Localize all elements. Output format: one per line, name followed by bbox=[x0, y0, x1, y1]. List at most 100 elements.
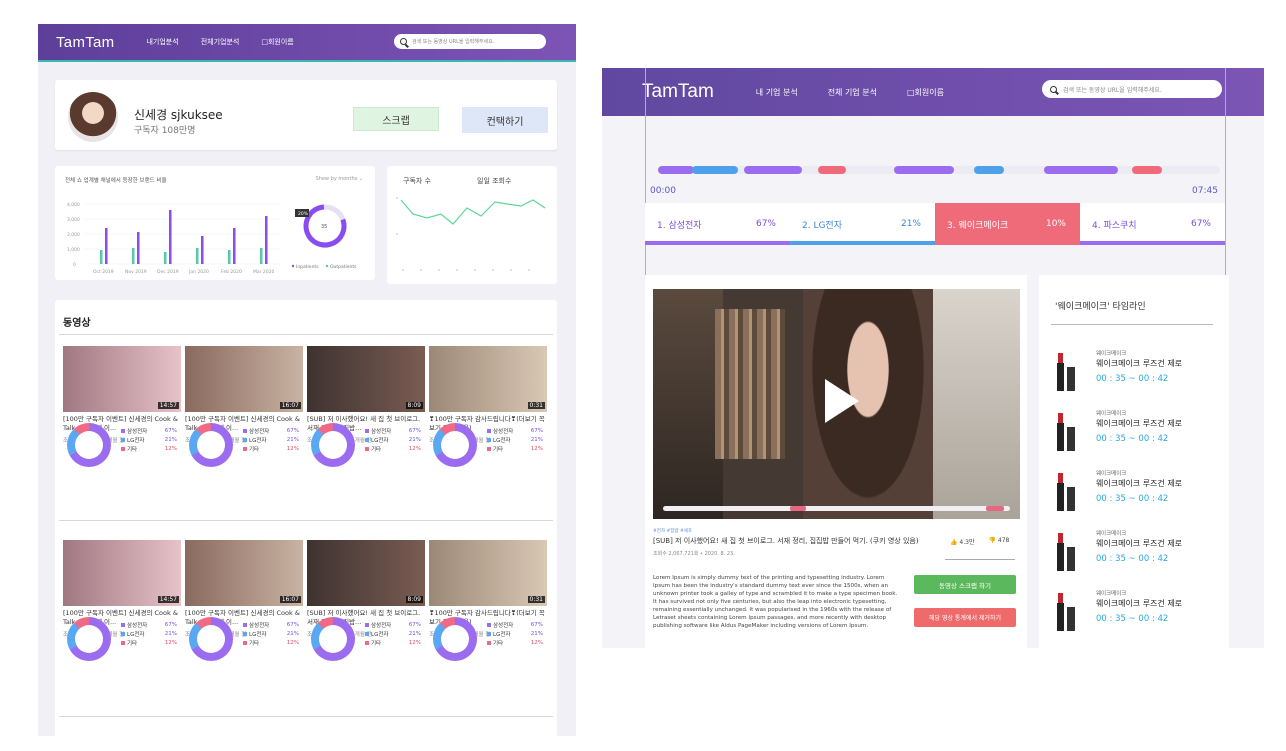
nav-item-my-company[interactable]: 내기업분석 bbox=[146, 37, 178, 47]
timeline-segment[interactable] bbox=[818, 166, 846, 174]
bar bbox=[105, 228, 108, 264]
nav-item-all-companies[interactable]: 전체 기업 분석 bbox=[828, 87, 877, 98]
contact-button[interactable]: 컨택하기 bbox=[462, 107, 548, 133]
search-input[interactable]: 검색 또는 동영상 URL을 입력해주세요. bbox=[1042, 80, 1222, 98]
timeline-segment[interactable] bbox=[744, 166, 802, 174]
video-card[interactable]: 14:57 [100만 구독자 이벤트] 신세경의 Cook & Talk - … bbox=[63, 540, 181, 661]
legend-label: Outpatients bbox=[330, 264, 357, 270]
video-card[interactable]: 16:07 [100만 구독자 이벤트] 신세경의 Cook & Talk - … bbox=[185, 346, 303, 467]
like-button[interactable]: 👍 4.3만 bbox=[950, 537, 974, 546]
divider bbox=[59, 520, 553, 521]
timeline-segment[interactable] bbox=[1132, 166, 1162, 174]
timeline-item[interactable]: 웨이크메이크 웨이크메이크 루즈건 제로 00 : 35 ~ 00 : 42 bbox=[1055, 409, 1215, 455]
video-card[interactable]: 8:09 [SUB] 저 이사했어요! 새 집 첫 브이로그. 서재 정리, 집… bbox=[307, 540, 425, 661]
bar bbox=[169, 210, 172, 264]
scrub-marker[interactable] bbox=[790, 506, 806, 511]
brand-tab-pascucci[interactable]: 4. 파스쿠치 67% bbox=[1080, 203, 1225, 245]
duration: 0:31 bbox=[527, 402, 545, 409]
thumbs-up-icon: 👍 bbox=[950, 539, 958, 546]
brand-donut bbox=[67, 423, 111, 467]
item-timestamp[interactable]: 00 : 35 ~ 00 : 42 bbox=[1096, 374, 1168, 384]
video-thumbnail[interactable]: 0:31 bbox=[429, 540, 547, 606]
video-player[interactable] bbox=[653, 289, 1020, 519]
donut-tooltip-text: 20% bbox=[298, 211, 309, 217]
duration: 8:09 bbox=[405, 402, 423, 409]
timeline-segment[interactable] bbox=[1044, 166, 1118, 174]
duration: 16:07 bbox=[279, 402, 301, 409]
avatar bbox=[68, 92, 118, 142]
item-brand: 웨이크메이크 bbox=[1096, 471, 1127, 477]
item-timestamp[interactable]: 00 : 35 ~ 00 : 42 bbox=[1096, 434, 1168, 444]
video-card[interactable]: 0:31 ❣100만 구독자 감사드립니다❣(더보기 꼭 보기 안내 있음) 조… bbox=[429, 540, 547, 661]
brand-bar bbox=[935, 241, 1080, 245]
divider bbox=[1051, 324, 1213, 325]
video-thumbnail[interactable]: 8:09 bbox=[307, 540, 425, 606]
video-thumbnail[interactable]: 14:57 bbox=[63, 540, 181, 606]
timeline-segment[interactable] bbox=[974, 166, 1004, 174]
video-card[interactable]: 0:31 ❣100만 구독자 감사드립니다❣(더보기 꼭 보기 안내 있음) 조… bbox=[429, 346, 547, 467]
lipstick-icon bbox=[1057, 593, 1075, 631]
video-tags[interactable]: #전자 #집밥 #셰프 bbox=[653, 528, 692, 534]
brand-bar bbox=[1080, 241, 1225, 245]
video-thumbnail[interactable]: 14:57 bbox=[63, 346, 181, 412]
brand-legend: 삼성전자 67% LG전자 21% 기타 12% bbox=[365, 426, 421, 453]
brand-tab-samsung[interactable]: 1. 삼성전자 67% bbox=[645, 203, 790, 245]
nav-item-my-company[interactable]: 내 기업 분석 bbox=[756, 87, 798, 98]
video-thumbnail[interactable]: 16:07 bbox=[185, 540, 303, 606]
video-card[interactable]: 14:57 [100만 구독자 이벤트] 신세경의 Cook & Talk - … bbox=[63, 346, 181, 467]
video-scrubber[interactable] bbox=[663, 506, 1010, 511]
item-timestamp[interactable]: 00 : 35 ~ 00 : 42 bbox=[1096, 614, 1168, 624]
dislike-button[interactable]: 👎 478 bbox=[988, 537, 1009, 546]
logo[interactable]: TamTam bbox=[642, 81, 714, 103]
scrap-button[interactable]: 스크랩 bbox=[353, 107, 439, 131]
nav-item-member[interactable]: □회원이름 bbox=[907, 87, 944, 98]
divider bbox=[945, 559, 1015, 560]
video-card[interactable]: 8:09 [SUB] 저 이사했어요! 새 집 첫 브이로그. 서재 정리, 집… bbox=[307, 346, 425, 467]
lipstick-icon bbox=[1057, 413, 1075, 451]
bar bbox=[228, 250, 231, 264]
video-thumbnail[interactable]: 16:07 bbox=[185, 346, 303, 412]
search-input[interactable]: 검색 또는 동영상 URL을 입력해주세요. bbox=[394, 34, 546, 49]
item-timestamp[interactable]: 00 : 35 ~ 00 : 42 bbox=[1096, 494, 1168, 504]
nav-item-member[interactable]: □회원이름 bbox=[261, 37, 293, 47]
nav-item-all-companies[interactable]: 전체기업분석 bbox=[201, 37, 240, 47]
channel-analysis-mockup: TamTam 내기업분석 전체기업분석 □회원이름 검색 또는 동영상 URL을… bbox=[38, 24, 576, 736]
legend-swatch bbox=[325, 264, 329, 268]
nav-divider bbox=[38, 60, 576, 62]
duration: 16:07 bbox=[279, 596, 301, 603]
play-icon[interactable] bbox=[825, 379, 859, 423]
timeline-item[interactable]: 웨이크메이크 웨이크메이크 루즈건 제로 00 : 35 ~ 00 : 42 bbox=[1055, 529, 1215, 575]
brand-pct: 67% bbox=[755, 219, 776, 229]
brand-legend: 삼성전자 67% LG전자 21% 기타 12% bbox=[243, 426, 299, 453]
scrub-marker[interactable] bbox=[986, 506, 1004, 511]
remove-from-stats-button[interactable]: 해당 영상 통계에서 제거하기 bbox=[914, 608, 1016, 627]
video-thumbnail[interactable]: 0:31 bbox=[429, 346, 547, 412]
scrap-video-button[interactable]: 동영상 스크랩 하기 bbox=[914, 575, 1016, 594]
brand-tab-wakemake[interactable]: 3. 웨이크메이크 10% bbox=[935, 203, 1080, 245]
brand-donut bbox=[311, 617, 355, 661]
timeline-segment[interactable] bbox=[692, 166, 738, 174]
timeline-segment[interactable] bbox=[894, 166, 954, 174]
timeline-item[interactable]: 웨이크메이크 웨이크메이크 루즈건 제로 00 : 35 ~ 00 : 42 bbox=[1055, 589, 1215, 635]
x-tick: Oct 2019 bbox=[93, 269, 114, 275]
search-icon bbox=[400, 38, 407, 45]
timeline-segment[interactable] bbox=[658, 166, 694, 174]
duration: 14:57 bbox=[157, 402, 179, 409]
brand-timeline[interactable] bbox=[658, 166, 1220, 174]
brand-donut bbox=[189, 617, 233, 661]
reactions: 👍 4.3만 👎 478 bbox=[950, 537, 1009, 546]
bar bbox=[233, 228, 236, 264]
donut-center-text: 35 bbox=[321, 224, 327, 230]
video-thumbnail[interactable]: 8:09 bbox=[307, 346, 425, 412]
brand-tab-lg[interactable]: 2. LG전자 21% bbox=[790, 203, 935, 245]
timeline-item[interactable]: 웨이크메이크 웨이크메이크 루즈건 제로 00 : 35 ~ 00 : 42 bbox=[1055, 469, 1215, 515]
video-title: [SUB] 저 이사했어요! 새 집 첫 브이로그. 서재 정리, 집집밥 만들… bbox=[653, 537, 919, 545]
item-product: 웨이크메이크 루즈건 제로 bbox=[1096, 599, 1183, 608]
timeline-item[interactable]: 웨이크메이크 웨이크메이크 루즈건 제로 00 : 35 ~ 00 : 42 bbox=[1055, 349, 1215, 395]
logo[interactable]: TamTam bbox=[56, 34, 114, 51]
video-detail-panel: #전자 #집밥 #셰프 [SUB] 저 이사했어요! 새 집 첫 브이로그. 서… bbox=[645, 275, 1027, 648]
video-card[interactable]: 16:07 [100만 구독자 이벤트] 신세경의 Cook & Talk - … bbox=[185, 540, 303, 661]
brand-legend: 삼성전자 67% LG전자 21% 기타 12% bbox=[121, 620, 177, 647]
channel-name: 신세경 sjkuksee bbox=[134, 108, 223, 122]
item-timestamp[interactable]: 00 : 35 ~ 00 : 42 bbox=[1096, 554, 1168, 564]
